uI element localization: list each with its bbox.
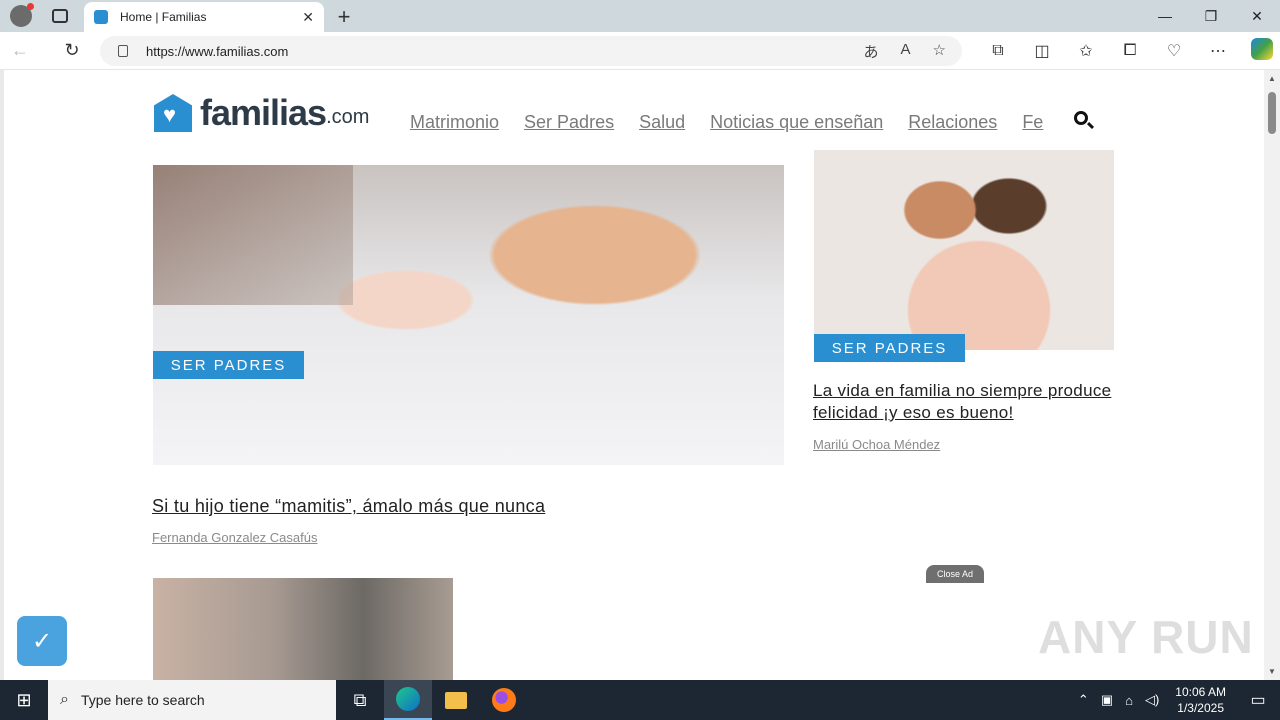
taskbar-clock[interactable]: 10:06 AM 1/3/2025 (1165, 684, 1236, 716)
lock-icon[interactable] (118, 45, 128, 57)
anyrun-watermark: ANY RUN (1038, 611, 1254, 663)
titlebar-left (0, 0, 84, 32)
scroll-up-icon[interactable]: ▲ (1268, 74, 1276, 83)
tab-title: Home | Familias (120, 10, 207, 24)
minimize-button[interactable]: — (1142, 0, 1188, 32)
tab-actions-icon[interactable] (52, 9, 68, 23)
page-scrollbar[interactable]: ▲ ▼ (1264, 70, 1280, 680)
refresh-button[interactable]: ↻ (52, 32, 92, 70)
notifications-icon[interactable]: ▭ (1236, 690, 1280, 710)
close-window-button[interactable]: ✕ (1234, 0, 1280, 32)
browser-tab-home[interactable]: Home | Familias ✕ (84, 2, 324, 32)
url-text[interactable]: https://www.familias.com (146, 44, 864, 59)
page-viewport: familias .com Matrimonio Ser Padres Salu… (0, 70, 1264, 680)
volume-icon[interactable]: ◁) (1139, 692, 1165, 708)
side-category-badge[interactable]: SER PADRES (814, 334, 965, 362)
settings-more-icon[interactable]: ⋯ (1196, 41, 1240, 61)
extensions-icon[interactable]: ⧉ (976, 42, 1020, 60)
hero-article-title[interactable]: Si tu hijo tiene “mamitis”, ámalo más qu… (152, 496, 545, 517)
shield-check-icon[interactable]: ✓ (17, 616, 67, 666)
site-logo[interactable]: familias .com (154, 94, 369, 132)
url-bar[interactable]: https://www.familias.com あ A ☆ (100, 36, 962, 66)
side-article-author[interactable]: Marilú Ochoa Méndez (813, 437, 940, 452)
clock-time: 10:06 AM (1175, 685, 1226, 699)
task-view-icon[interactable]: ⧉ (336, 680, 384, 720)
menu-item-noticias[interactable]: Noticias que enseñan (710, 112, 883, 133)
collections-icon[interactable]: ⧠ (1108, 42, 1152, 60)
restore-button[interactable]: ❐ (1188, 0, 1234, 32)
url-bar-icons: あ A ☆ (864, 41, 962, 62)
search-icon[interactable] (1074, 111, 1088, 125)
menu-item-ser-padres[interactable]: Ser Padres (524, 112, 614, 133)
side-article-title[interactable]: La vida en familia no siempre produce fe… (813, 380, 1123, 424)
favorite-star-icon[interactable]: ☆ (933, 41, 946, 62)
hero-article-author[interactable]: Fernanda Gonzalez Casafús (152, 530, 317, 545)
logo-house-heart-icon (154, 94, 192, 132)
windows-taskbar: ⊞ ⌕ Type here to search ⧉ ⌃ ▣ ⌂ ◁) 10:06… (0, 680, 1280, 720)
clock-date: 1/3/2025 (1177, 701, 1224, 715)
article-thumbnail-image[interactable] (153, 578, 453, 680)
browser-essentials-icon[interactable]: ♡ (1152, 41, 1196, 61)
browser-titlebar: Home | Familias ✕ + — ❐ ✕ (0, 0, 1280, 32)
read-aloud-icon[interactable]: A (901, 41, 911, 62)
side-article-image[interactable] (814, 150, 1114, 350)
profile-icon[interactable] (10, 3, 34, 27)
copilot-icon[interactable] (1240, 37, 1280, 65)
tray-chevron-icon[interactable]: ⌃ (1072, 692, 1095, 708)
split-screen-icon[interactable]: ◫ (1020, 41, 1064, 61)
translate-icon[interactable]: あ (864, 41, 879, 62)
tab-close-icon[interactable]: ✕ (302, 9, 314, 26)
hero-category-badge[interactable]: SER PADRES (153, 351, 304, 379)
browser-tools: ⧉ ◫ ✩ ⧠ ♡ ⋯ (976, 32, 1280, 70)
menu-item-salud[interactable]: Salud (639, 112, 685, 133)
window-controls: — ❐ ✕ (1142, 0, 1280, 32)
taskbar-search-box[interactable]: ⌕ Type here to search (48, 680, 336, 720)
taskbar-search-placeholder: Type here to search (80, 692, 205, 708)
menu-item-fe[interactable]: Fe (1022, 112, 1043, 133)
scroll-down-icon[interactable]: ▼ (1268, 667, 1276, 676)
hero-article-image[interactable] (153, 165, 784, 465)
menu-item-matrimonio[interactable]: Matrimonio (410, 112, 499, 133)
back-button[interactable]: ← (0, 32, 40, 70)
search-magnifier-icon: ⌕ (60, 691, 69, 708)
firefox-icon[interactable] (480, 680, 528, 720)
logo-suffix: .com (326, 106, 370, 128)
network-icon[interactable]: ⌂ (1119, 693, 1139, 708)
favorites-icon[interactable]: ✩ (1064, 41, 1108, 61)
main-menu: Matrimonio Ser Padres Salud Noticias que… (410, 112, 1043, 133)
address-toolbar: ← ↻ https://www.familias.com あ A ☆ ⧉ ◫ ✩… (0, 32, 1280, 70)
familias-favicon-icon (94, 10, 108, 24)
scrollbar-thumb[interactable] (1268, 92, 1276, 134)
windows-start-icon[interactable]: ⊞ (0, 680, 48, 720)
close-ad-button[interactable]: Close Ad (926, 565, 984, 583)
menu-item-relaciones[interactable]: Relaciones (908, 112, 997, 133)
file-explorer-icon[interactable] (432, 680, 480, 720)
new-tab-button[interactable]: + (332, 4, 356, 30)
logo-word: familias (200, 92, 327, 133)
edge-taskbar-icon[interactable] (384, 680, 432, 720)
system-tray: ⌃ ▣ ⌂ ◁) 10:06 AM 1/3/2025 ▭ (1072, 680, 1280, 720)
tray-device-icon[interactable]: ▣ (1095, 692, 1119, 708)
